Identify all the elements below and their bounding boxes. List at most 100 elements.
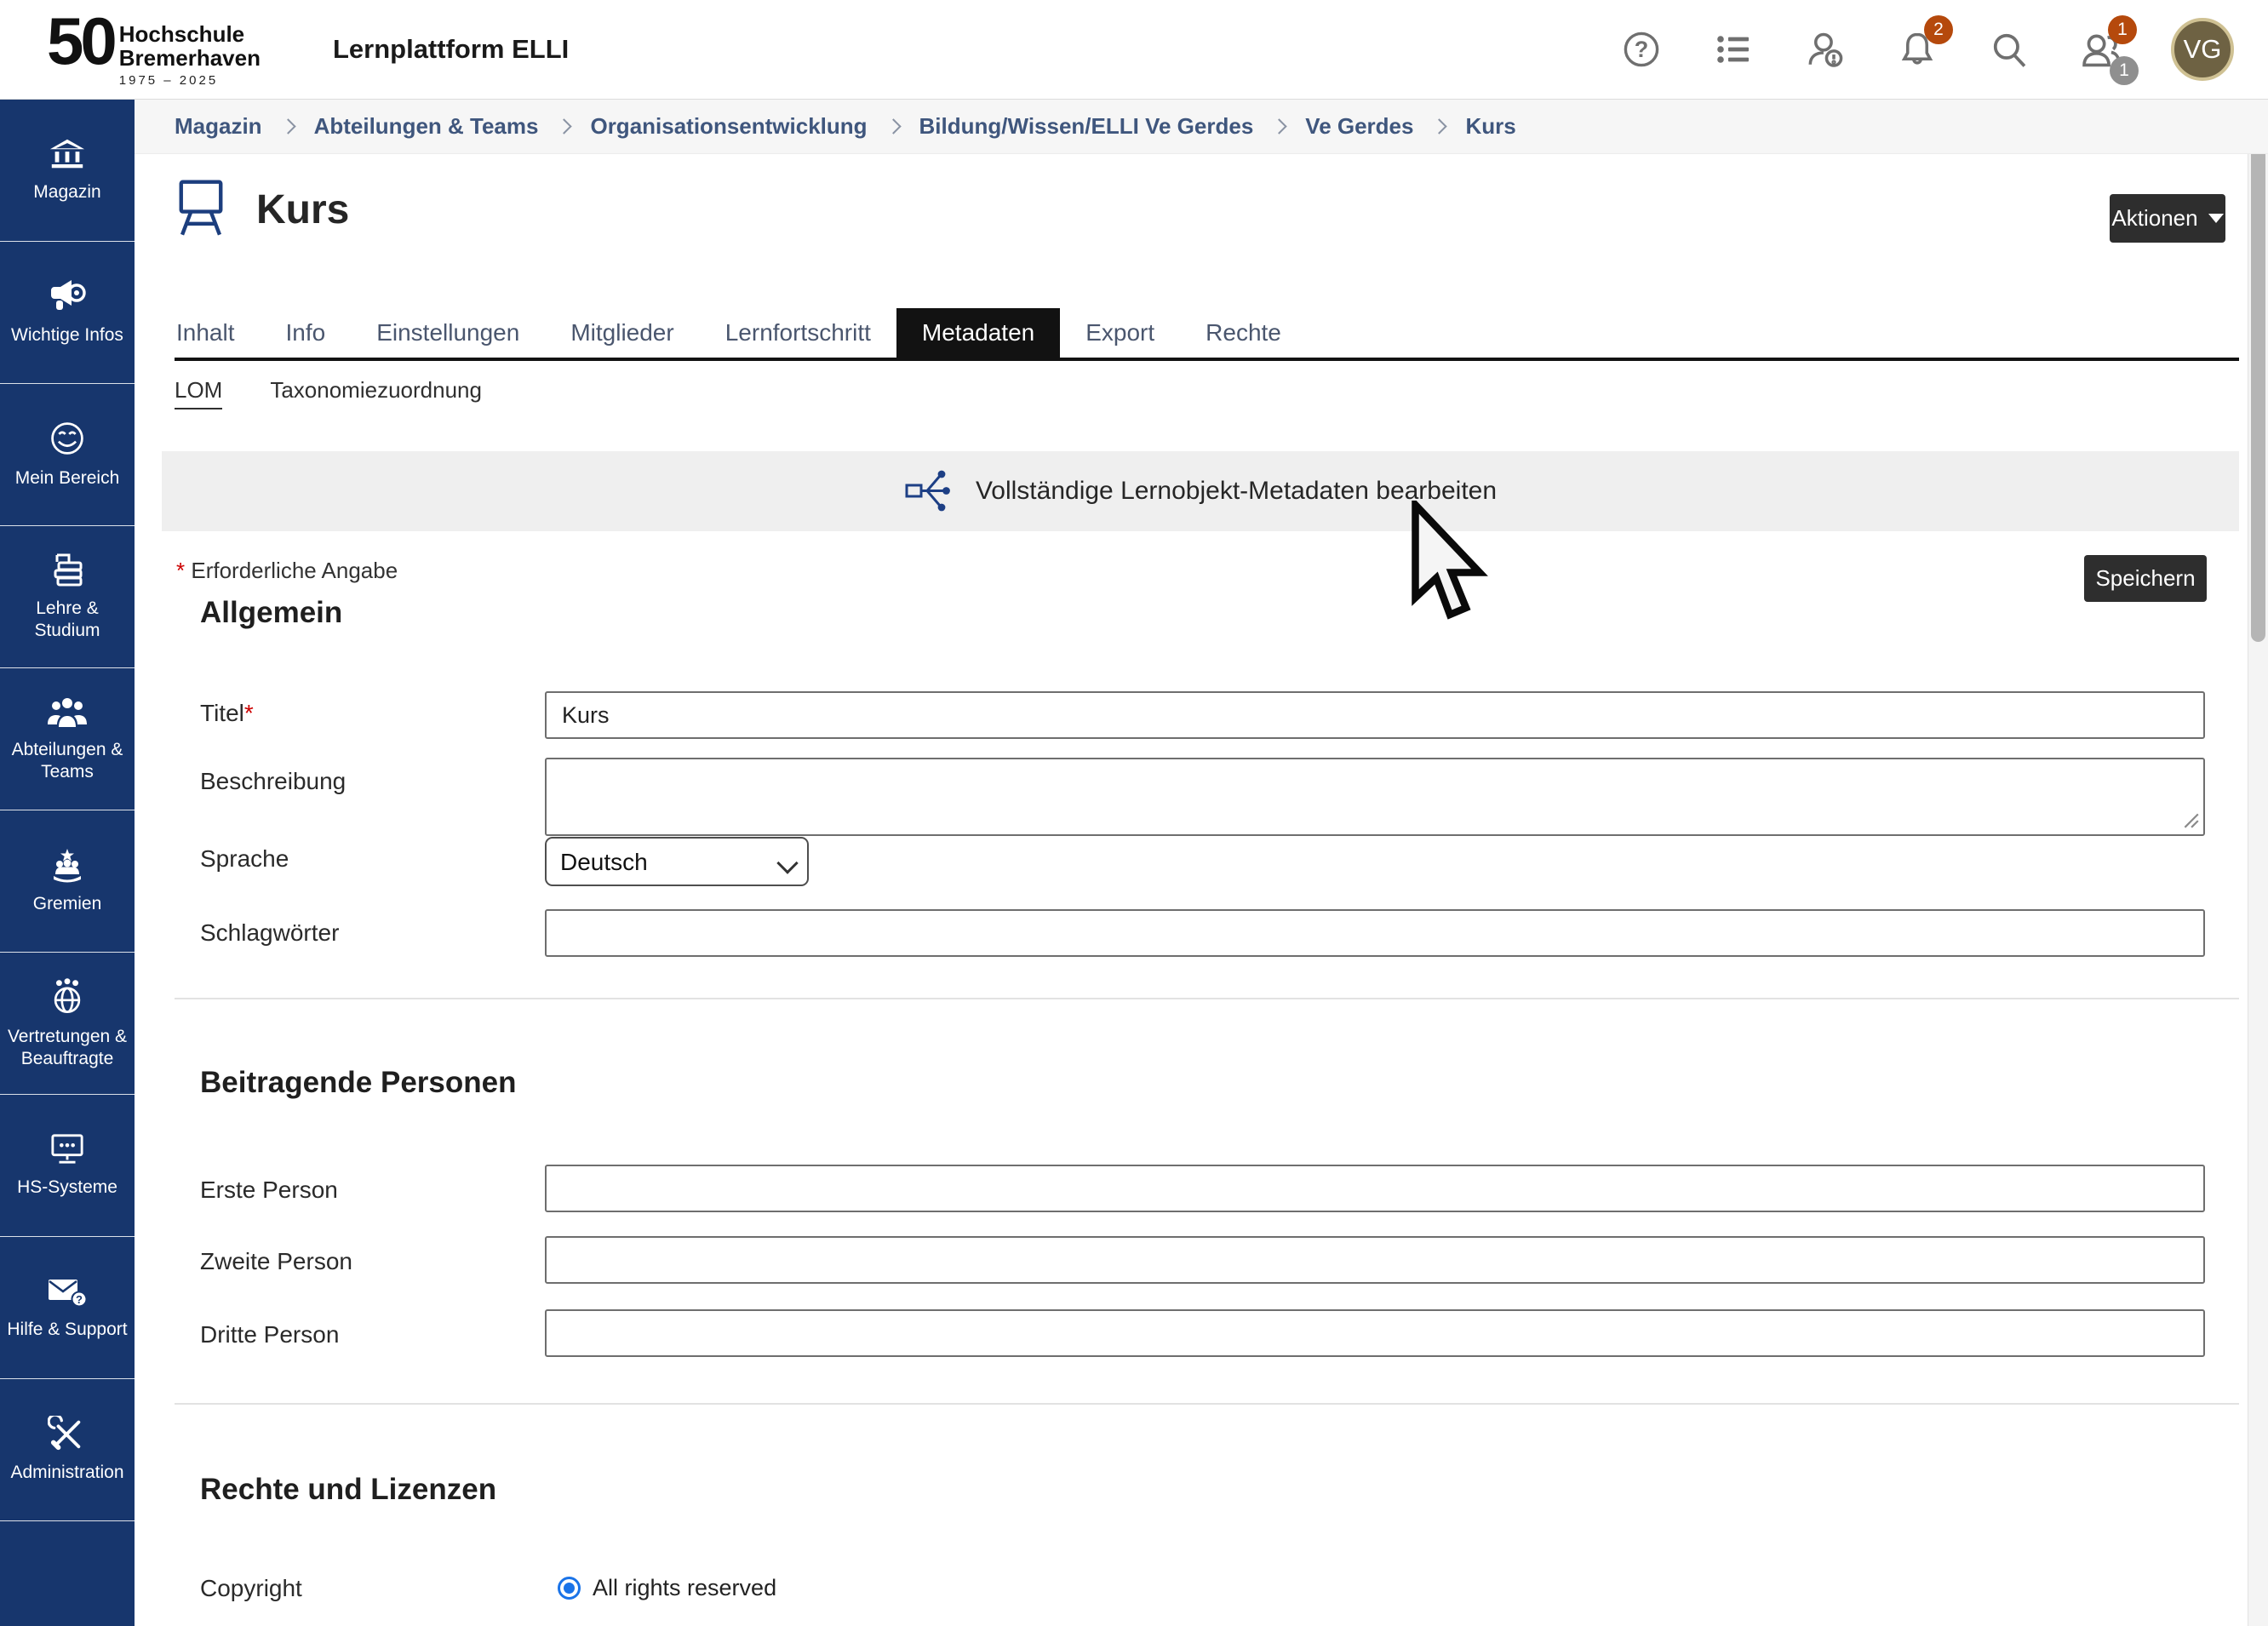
breadcrumb-item[interactable]: Ve Gerdes xyxy=(1305,113,1413,140)
chevron-right-icon xyxy=(280,118,295,134)
titel-label: Titel* xyxy=(200,700,254,727)
section-heading-beitragende: Beitragende Personen xyxy=(200,1066,517,1100)
megaphone-icon xyxy=(46,278,89,314)
chevron-right-icon xyxy=(1432,118,1447,134)
tab-metadaten[interactable]: Metadaten xyxy=(896,308,1060,358)
sidebar-item-abteilungen-teams[interactable]: Abteilungen & Teams xyxy=(0,668,135,810)
people-group-icon xyxy=(46,695,89,729)
smiley-icon xyxy=(49,420,86,457)
sidebar-item-label: Magazin xyxy=(33,181,100,203)
tab-lernfortschritt[interactable]: Lernfortschritt xyxy=(700,308,896,358)
page-title-row: Kurs xyxy=(175,177,349,242)
contacts-icon[interactable]: 1 1 xyxy=(2079,27,2123,72)
mail-help-icon: ? xyxy=(46,1274,89,1308)
svg-text:?: ? xyxy=(1635,37,1649,62)
schlagwoerter-label: Schlagwörter xyxy=(200,919,339,947)
sidebar-item-label: Vertretungen & Beauftragte xyxy=(4,1026,130,1071)
tab-einstellungen[interactable]: Einstellungen xyxy=(351,308,545,358)
app-title: Lernplattform ELLI xyxy=(333,34,569,65)
copyright-label: Copyright xyxy=(200,1575,302,1602)
dritte-person-input[interactable] xyxy=(545,1309,2205,1357)
titel-required-asterisk: * xyxy=(244,700,254,726)
sprache-select[interactable]: Deutsch xyxy=(545,837,809,886)
zweite-person-label: Zweite Person xyxy=(200,1248,352,1275)
subtab-taxonomiezuordnung[interactable]: Taxonomiezuordnung xyxy=(270,377,482,409)
header-icon-bar: ? xyxy=(1619,18,2234,81)
sidebar-item-label: HS-Systeme xyxy=(17,1177,117,1199)
edit-full-metadata-banner[interactable]: Vollständige Lernobjekt-Metadaten bearbe… xyxy=(162,451,2239,531)
tab-inhalt[interactable]: Inhalt xyxy=(151,308,261,358)
chevron-right-icon xyxy=(557,118,572,134)
section-heading-allgemein: Allgemein xyxy=(200,596,342,630)
sidebar-item-label: Gremien xyxy=(33,893,102,915)
breadcrumb: Magazin Abteilungen & Teams Organisation… xyxy=(135,100,2268,154)
copyright-radio-label: All rights reserved xyxy=(593,1575,776,1601)
sidebar-item-lehre-studium[interactable]: Lehre & Studium xyxy=(0,526,135,668)
sidebar-item-label: Administration xyxy=(10,1462,123,1484)
vertical-scrollbar-track[interactable] xyxy=(2248,100,2268,1626)
search-icon[interactable] xyxy=(1987,27,2031,72)
copyright-radio[interactable] xyxy=(558,1577,581,1600)
user-avatar[interactable]: VG xyxy=(2171,18,2234,81)
actions-button-label: Aktionen xyxy=(2111,205,2197,232)
bank-icon xyxy=(48,137,87,171)
sidebar-item-mein-bereich[interactable]: Mein Bereich xyxy=(0,384,135,526)
breadcrumb-item[interactable]: Magazin xyxy=(175,113,262,140)
sprache-select-wrap: Deutsch xyxy=(545,837,809,886)
top-header: 50 Hochschule Bremerhaven 1975 – 2025 Le… xyxy=(0,0,2268,100)
sidebar-item-administration[interactable]: Administration xyxy=(0,1379,135,1521)
logo-name-line1: Hochschule xyxy=(119,23,261,46)
sidebar-item-magazin[interactable]: Magazin xyxy=(0,100,135,242)
sidebar-item-label: Abteilungen & Teams xyxy=(4,739,130,784)
help-icon[interactable]: ? xyxy=(1619,27,1664,72)
subtab-lom[interactable]: LOM xyxy=(175,377,222,409)
copyright-radio-row: All rights reserved xyxy=(558,1575,776,1601)
tab-mitglieder[interactable]: Mitglieder xyxy=(545,308,699,358)
tools-icon xyxy=(48,1416,87,1451)
notifications-badge: 2 xyxy=(1924,15,1953,44)
breadcrumb-item[interactable]: Bildung/Wissen/ELLI Ve Gerdes xyxy=(919,113,1254,140)
app-window: 50 Hochschule Bremerhaven 1975 – 2025 Le… xyxy=(0,0,2268,1626)
sprache-label: Sprache xyxy=(200,845,289,873)
chevron-down-icon xyxy=(2208,214,2224,223)
titel-input[interactable] xyxy=(545,691,2205,739)
globe-people-icon xyxy=(48,976,87,1016)
course-easel-icon xyxy=(175,177,227,242)
beschreibung-textarea[interactable] xyxy=(545,758,2205,836)
breadcrumb-item[interactable]: Organisationsentwicklung xyxy=(590,113,867,140)
breadcrumb-item[interactable]: Abteilungen & Teams xyxy=(314,113,539,140)
sidebar-item-label: Wichtige Infos xyxy=(11,324,123,346)
sidebar-item-hilfe-support[interactable]: ? Hilfe & Support xyxy=(0,1237,135,1379)
actions-button[interactable]: Aktionen xyxy=(2110,194,2225,243)
tab-export[interactable]: Export xyxy=(1060,308,1180,358)
erste-person-label: Erste Person xyxy=(200,1177,338,1204)
sidebar-item-label: Hilfe & Support xyxy=(7,1319,127,1341)
save-button[interactable]: Speichern xyxy=(2084,555,2207,602)
tab-info[interactable]: Info xyxy=(261,308,352,358)
logo-name-line2: Bremerhaven xyxy=(119,47,261,70)
notifications-bell-icon[interactable]: 2 xyxy=(1895,27,1939,72)
sidebar-item-label: Mein Bereich xyxy=(15,467,120,490)
schlagwoerter-input[interactable] xyxy=(545,909,2205,957)
sidebar-item-label: Lehre & Studium xyxy=(4,598,130,643)
committee-icon xyxy=(47,847,88,883)
tab-bar-underline xyxy=(175,358,2239,361)
tab-rechte[interactable]: Rechte xyxy=(1180,308,1307,358)
sidebar-item-vertretungen[interactable]: Vertretungen & Beauftragte xyxy=(0,953,135,1095)
erste-person-input[interactable] xyxy=(545,1165,2205,1212)
todo-list-icon[interactable] xyxy=(1711,27,1755,72)
dritte-person-label: Dritte Person xyxy=(200,1321,339,1348)
breadcrumb-item-current[interactable]: Kurs xyxy=(1465,113,1515,140)
page-title: Kurs xyxy=(256,186,349,233)
edit-full-metadata-label: Vollständige Lernobjekt-Metadaten bearbe… xyxy=(976,477,1497,506)
vertical-scrollbar-thumb[interactable] xyxy=(2251,104,2265,642)
sidebar-item-wichtige-infos[interactable]: Wichtige Infos xyxy=(0,242,135,384)
sidebar-item-gremien[interactable]: Gremien xyxy=(0,810,135,953)
user-alert-icon[interactable] xyxy=(1803,27,1847,72)
sidebar-item-hs-systeme[interactable]: HS-Systeme xyxy=(0,1095,135,1237)
required-hint: * Erforderliche Angabe xyxy=(176,558,398,584)
svg-text:?: ? xyxy=(76,1293,83,1306)
zweite-person-input[interactable] xyxy=(545,1236,2205,1284)
chevron-right-icon xyxy=(885,118,901,134)
section-divider xyxy=(175,1403,2239,1405)
